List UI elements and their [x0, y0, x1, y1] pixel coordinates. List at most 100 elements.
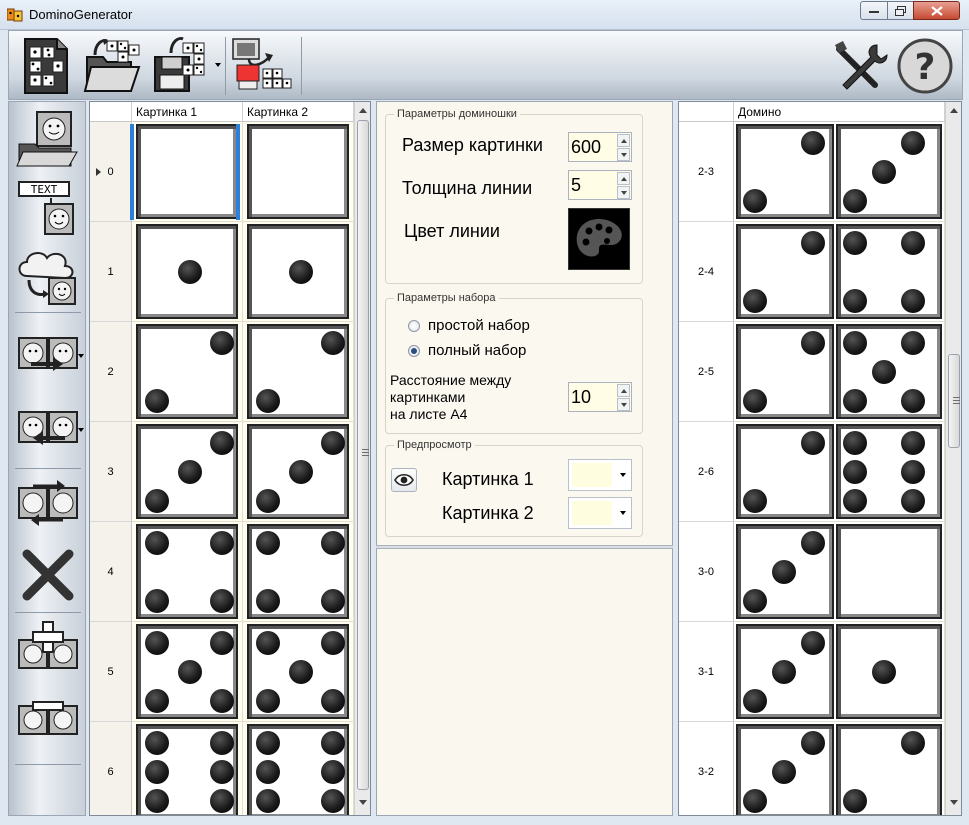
domino-cell[interactable]	[734, 522, 945, 622]
line-width-down[interactable]	[617, 186, 630, 199]
scroll-up-arrow[interactable]	[950, 108, 958, 113]
image-size-spinner[interactable]: 600	[568, 132, 632, 162]
full-set-label[interactable]: полный набор	[428, 342, 526, 359]
new-set-button[interactable]	[13, 35, 77, 97]
row-header[interactable]: 0	[90, 122, 132, 222]
scroll-down-arrow[interactable]	[950, 800, 958, 805]
save-dropdown-caret[interactable]	[215, 63, 221, 67]
scroll-up-arrow[interactable]	[359, 108, 367, 113]
column-header-domino[interactable]: Домино	[734, 102, 945, 122]
image1-cell[interactable]	[132, 622, 243, 722]
window-title: DominoGenerator	[29, 7, 133, 22]
title-bar: DominoGenerator	[0, 0, 969, 30]
image2-cell[interactable]	[243, 522, 354, 622]
row-header[interactable]: 2-4	[679, 222, 734, 322]
pip	[900, 131, 925, 156]
text-image-button[interactable]: TEXT	[15, 176, 81, 238]
close-button[interactable]	[913, 1, 960, 20]
domino-grid[interactable]: Домино 2-3 2-4 2-5 2-6 3-0 3-1 3-2	[678, 101, 962, 816]
image-size-up[interactable]	[617, 134, 630, 147]
svg-text:TEXT: TEXT	[31, 183, 58, 196]
line-width-label: Толщина линии	[402, 178, 533, 198]
panel-splitter[interactable]	[376, 545, 673, 549]
domino-cell[interactable]	[734, 422, 945, 522]
open-set-button[interactable]	[81, 35, 145, 97]
spacing-spinner[interactable]: 10	[568, 382, 632, 412]
set-params-group: Параметры набора простой набор полный на…	[385, 292, 643, 434]
domino-cell[interactable]	[734, 322, 945, 422]
add-row-button[interactable]	[15, 618, 81, 680]
domino-cell[interactable]	[734, 722, 945, 815]
image1-cell[interactable]	[132, 122, 243, 222]
image2-cell[interactable]	[243, 622, 354, 722]
image2-cell[interactable]	[243, 422, 354, 522]
pip	[800, 631, 825, 656]
domino-cell[interactable]	[734, 222, 945, 322]
copy-left-dropdown-caret[interactable]	[78, 428, 84, 432]
simple-set-label[interactable]: простой набор	[428, 317, 530, 334]
swap-images-button[interactable]	[15, 474, 81, 536]
line-width-up[interactable]	[617, 172, 630, 185]
copy-right-button[interactable]	[15, 324, 81, 386]
image1-cell[interactable]	[132, 222, 243, 322]
row-header[interactable]: 3-0	[679, 522, 734, 622]
image1-cell[interactable]	[132, 722, 243, 815]
copy-left-button[interactable]	[15, 398, 81, 460]
image2-cell[interactable]	[243, 722, 354, 815]
column-header-image2[interactable]: Картинка 2	[243, 102, 354, 122]
row-header[interactable]: 2-5	[679, 322, 734, 422]
row-header[interactable]: 2-6	[679, 422, 734, 522]
maximize-button[interactable]	[887, 1, 914, 20]
line-color-button[interactable]	[568, 208, 630, 270]
row-header[interactable]: 3	[90, 422, 132, 522]
copy-right-dropdown-caret[interactable]	[78, 354, 84, 358]
domino-cell[interactable]	[734, 622, 945, 722]
domino-grid-scrollbar[interactable]	[945, 102, 961, 815]
row-header[interactable]: 3-2	[679, 722, 734, 815]
domino-cell[interactable]	[734, 122, 945, 222]
row-header[interactable]: 2	[90, 322, 132, 422]
export-print-button[interactable]	[229, 35, 293, 97]
domino-face	[736, 124, 834, 219]
image-size-down[interactable]	[617, 148, 630, 161]
image2-cell[interactable]	[243, 322, 354, 422]
minimize-button[interactable]	[860, 1, 888, 20]
image1-cell[interactable]	[132, 522, 243, 622]
line-width-spinner[interactable]: 5	[568, 170, 632, 200]
pip	[288, 460, 313, 484]
preview-image1-select[interactable]	[568, 459, 632, 491]
image2-cell[interactable]	[243, 122, 354, 222]
row-header[interactable]: 5	[90, 622, 132, 722]
image1-cell[interactable]	[132, 322, 243, 422]
cloud-image-button[interactable]	[15, 246, 81, 308]
row-header[interactable]: 6	[90, 722, 132, 815]
image2-cell[interactable]	[243, 222, 354, 322]
pip	[256, 388, 281, 413]
pip	[843, 331, 868, 356]
column-header-image1[interactable]: Картинка 1	[132, 102, 243, 122]
images-grid[interactable]: Картинка 1 Картинка 2 0 1 2 3 4 5 6	[89, 101, 371, 816]
scroll-thumb[interactable]	[948, 354, 960, 448]
help-button[interactable]: ?	[893, 35, 957, 97]
row-header[interactable]: 2-3	[679, 122, 734, 222]
images-grid-scrollbar[interactable]	[354, 102, 370, 815]
row-header[interactable]: 4	[90, 522, 132, 622]
simple-set-radio[interactable]	[408, 320, 420, 332]
preview-toggle-button[interactable]	[391, 468, 417, 492]
row-header[interactable]: 1	[90, 222, 132, 322]
spacing-up[interactable]	[617, 384, 630, 397]
preview-image2-select[interactable]	[568, 497, 632, 529]
spacing-down[interactable]	[617, 398, 630, 411]
row-label: 0	[107, 165, 114, 178]
remove-row-button[interactable]	[15, 690, 81, 752]
delete-button[interactable]	[15, 544, 81, 606]
row-header[interactable]: 3-1	[679, 622, 734, 722]
settings-button[interactable]	[829, 35, 893, 97]
row-header-corner	[679, 102, 734, 122]
scroll-thumb[interactable]	[357, 120, 369, 790]
full-set-radio[interactable]	[408, 345, 420, 357]
save-set-button[interactable]	[149, 35, 213, 97]
scroll-down-arrow[interactable]	[359, 800, 367, 805]
image1-cell[interactable]	[132, 422, 243, 522]
load-image-button[interactable]	[15, 108, 81, 170]
